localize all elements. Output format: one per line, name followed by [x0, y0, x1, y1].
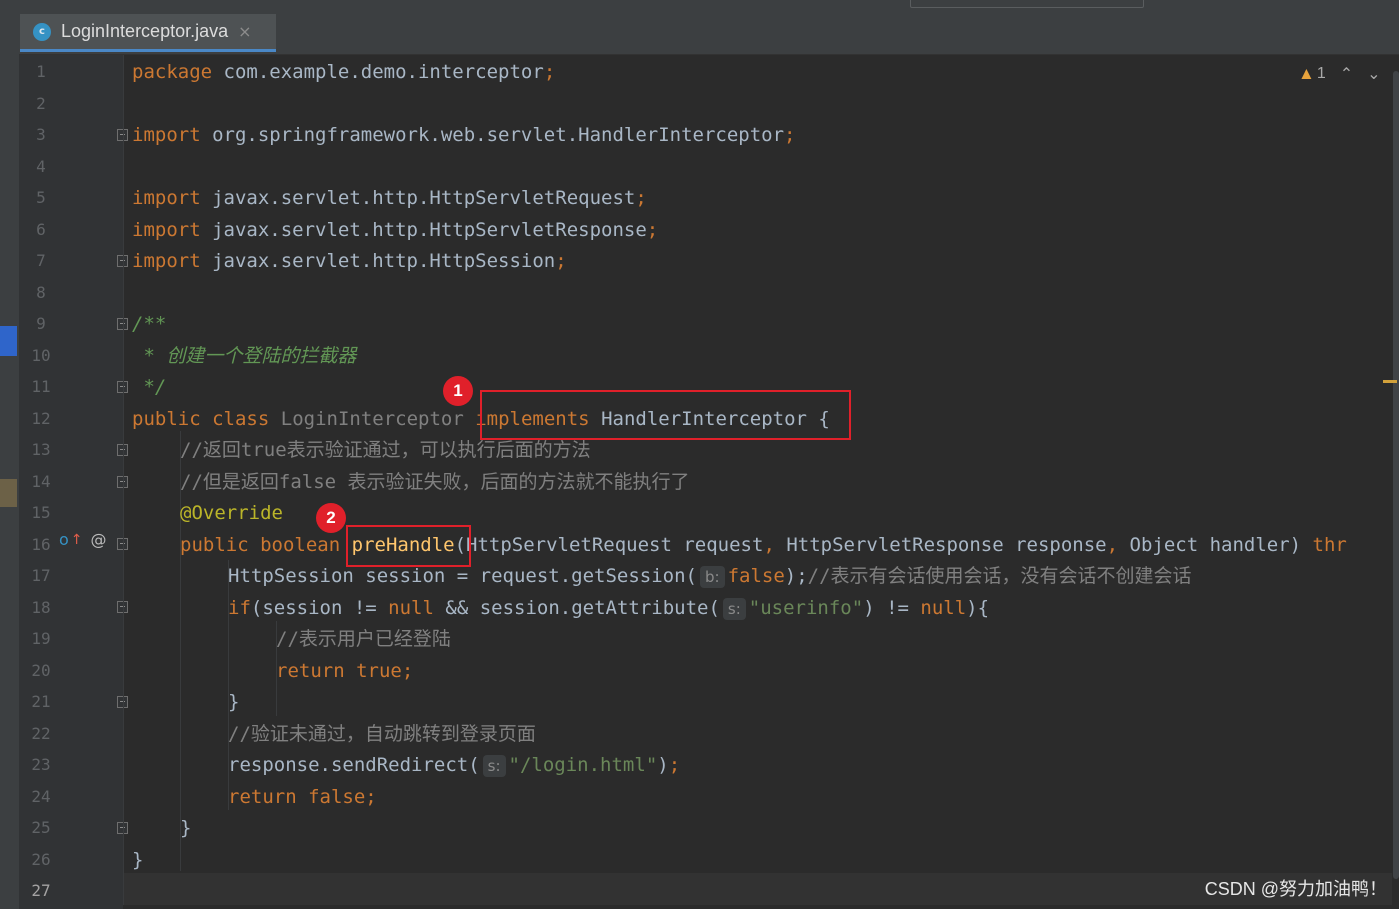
- line-number: 13: [31, 440, 51, 459]
- line-number: 23: [31, 755, 51, 774]
- code-line-13: //返回true表示验证通过，可以执行后面的方法: [180, 439, 591, 461]
- code-line-1: package com.example.demo.interceptor;: [132, 61, 556, 83]
- previous-highlight-icon[interactable]: ⌃: [1340, 64, 1353, 84]
- highlight-box-prehandle: [346, 525, 471, 567]
- override-marker[interactable]: o ↑ @: [59, 530, 107, 549]
- warning-stripe-marker[interactable]: [1383, 380, 1397, 383]
- line-number: 15: [31, 503, 51, 522]
- close-icon[interactable]: ×: [238, 22, 251, 41]
- code-line-18: if(session != null && session.getAttribu…: [228, 597, 990, 620]
- warning-count: 1: [1316, 65, 1326, 82]
- line-number: 4: [36, 157, 46, 176]
- code-line-7: import javax.servlet.http.HttpSession;: [132, 250, 567, 272]
- current-line-highlight: [123, 873, 1392, 905]
- annotation-badge-1: 1: [443, 376, 473, 406]
- annotation-badge-2: 2: [316, 503, 346, 533]
- tab-label: LoginInterceptor.java: [61, 21, 229, 41]
- code-line-22: //验证未通过，自动跳转到登录页面: [228, 723, 536, 745]
- line-number: 11: [31, 377, 51, 396]
- line-number-gutter: 1 2 3 4 5 6 7 8 9 10 11 12 13 14 15 16 1…: [19, 55, 128, 909]
- indent-guide: [180, 431, 181, 871]
- code-line-5: import javax.servlet.http.HttpServletReq…: [132, 187, 647, 209]
- line-number: 17: [31, 566, 51, 585]
- line-number: 21: [31, 692, 51, 711]
- tool-window-marker[interactable]: [0, 326, 17, 356]
- line-number: 19: [31, 629, 51, 648]
- parameter-hint: s:: [722, 598, 746, 620]
- line-number: 3: [36, 125, 46, 144]
- highlight-box-implements: [480, 390, 851, 440]
- code-line-3: import org.springframework.web.servlet.H…: [132, 124, 796, 146]
- line-number: 12: [31, 409, 51, 428]
- line-number: 2: [36, 94, 46, 113]
- line-number: 5: [36, 188, 46, 207]
- line-number: 24: [31, 787, 51, 806]
- vertical-scrollbar[interactable]: [1392, 55, 1399, 909]
- line-number: 26: [31, 850, 51, 869]
- line-number: 6: [36, 220, 46, 239]
- code-line-10: * 创建一个登陆的拦截器: [132, 345, 357, 367]
- line-number: 20: [31, 661, 51, 680]
- line-number: 9: [36, 314, 46, 333]
- class-icon: c: [33, 22, 51, 41]
- annotation-at-icon: @: [90, 530, 107, 549]
- code-line-23: response.sendRedirect(s: "/login.html");: [228, 754, 681, 777]
- run-config-selector[interactable]: [910, 0, 1144, 8]
- code-line-20: return true;: [276, 660, 414, 682]
- code-line-6: import javax.servlet.http.HttpServletRes…: [132, 219, 659, 241]
- code-line-21: }: [228, 691, 240, 713]
- line-number: 16: [31, 535, 51, 554]
- warning-icon: ▲: [1298, 64, 1315, 83]
- code-line-9: /**: [132, 313, 167, 335]
- code-line-11: */: [132, 376, 167, 398]
- line-number: 10: [31, 346, 51, 365]
- line-number: 8: [36, 283, 46, 302]
- inspection-widget[interactable]: ▲ 1 ⌃ ⌄: [1298, 64, 1381, 84]
- code-line-25: }: [180, 817, 192, 839]
- line-number: 27: [31, 881, 51, 900]
- parameter-hint: s:: [482, 755, 506, 777]
- tab-login-interceptor[interactable]: c LoginInterceptor.java ×: [20, 14, 276, 52]
- indent-guide: [123, 55, 124, 905]
- scrollbar-thumb[interactable]: [1393, 71, 1399, 879]
- left-tool-strip: [0, 14, 19, 909]
- next-highlight-icon[interactable]: ⌄: [1367, 64, 1380, 84]
- code-line-15: @Override: [180, 502, 283, 524]
- editor-tab-bar: c LoginInterceptor.java ×: [19, 14, 1399, 55]
- code-line-24: return false;: [228, 786, 377, 808]
- arrow-up-icon[interactable]: ↑: [71, 532, 83, 548]
- tool-window-marker[interactable]: [0, 479, 17, 507]
- implements-method-icon[interactable]: o: [59, 530, 69, 549]
- watermark: CSDN @努力加油鸭！: [1204, 879, 1387, 899]
- code-line-14: //但是返回false 表示验证失败，后面的方法就不能执行了: [180, 471, 690, 493]
- line-number: 18: [31, 598, 51, 617]
- code-line-26: }: [132, 849, 144, 871]
- parameter-hint: b:: [700, 566, 725, 588]
- code-editor[interactable]: package com.example.demo.interceptor; im…: [123, 55, 1392, 909]
- line-number: 22: [31, 724, 51, 743]
- line-number: 25: [31, 818, 51, 837]
- top-toolbar: [0, 0, 1399, 15]
- code-line-19: //表示用户已经登陆: [276, 628, 451, 650]
- code-line-17: HttpSession session = request.getSession…: [228, 565, 1192, 588]
- line-number: 1: [36, 62, 46, 81]
- line-number: 14: [31, 472, 51, 491]
- line-number: 7: [36, 251, 46, 270]
